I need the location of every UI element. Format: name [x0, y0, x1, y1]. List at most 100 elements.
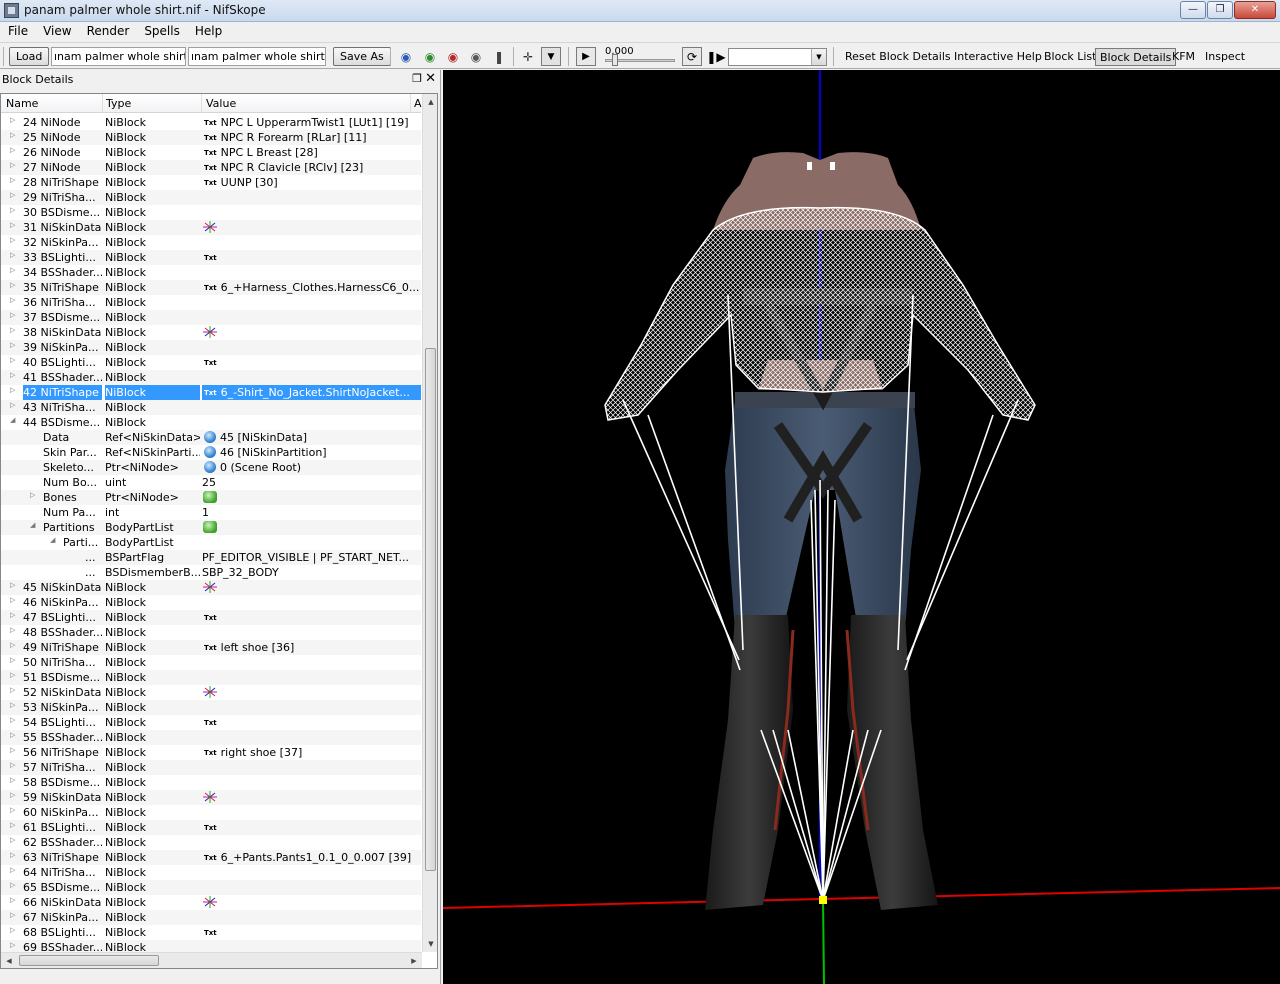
horizontal-scrollbar[interactable]: ◀ ▶ [1, 952, 422, 968]
expand-arrow-icon[interactable]: ▷ [10, 191, 20, 199]
tree-row[interactable]: ▷ 40 BSLighti... NiBlock Txt [1, 355, 421, 370]
expand-arrow-icon[interactable]: ▷ [10, 836, 20, 844]
scroll-up-icon[interactable]: ▲ [423, 94, 437, 110]
expand-arrow-icon[interactable]: ▷ [10, 746, 20, 754]
tree-row[interactable]: Num Pa... int 1 [1, 505, 421, 520]
animation-select[interactable]: ▼ [728, 48, 827, 66]
column-divider[interactable] [410, 94, 411, 113]
expand-arrow-icon[interactable]: ▷ [10, 581, 20, 589]
tree-row[interactable]: Data Ref<NiSkinData> 45 [NiSkinData] [1, 430, 421, 445]
expand-arrow-icon[interactable]: ▷ [10, 866, 20, 874]
tree-row[interactable]: ▷ 46 NiSkinPa... NiBlock [1, 595, 421, 610]
expand-arrow-icon[interactable]: ▷ [10, 761, 20, 769]
collapse-arrow-icon[interactable]: ◢ [10, 416, 20, 424]
tree-row[interactable]: ▷ 61 BSLighti... NiBlock Txt [1, 820, 421, 835]
column-divider[interactable] [201, 94, 202, 113]
expand-arrow-icon[interactable]: ▷ [10, 821, 20, 829]
expand-arrow-icon[interactable]: ▷ [10, 296, 20, 304]
play-icon[interactable]: ▶ [576, 47, 596, 66]
scroll-right-icon[interactable]: ▶ [406, 953, 422, 968]
tree-row[interactable]: ▷ 27 NiNode NiBlock Txt NPC R Clavicle [RClv… [1, 160, 421, 175]
expand-arrow-icon[interactable]: ▷ [10, 626, 20, 634]
restore-button[interactable]: ❐ [1207, 1, 1233, 19]
expand-arrow-icon[interactable]: ▷ [10, 116, 20, 124]
tree-row[interactable]: ▷ 56 NiTriShape NiBlock Txt right shoe [37] [1, 745, 421, 760]
tree-row[interactable]: ▷ 50 NiTriSha... NiBlock [1, 655, 421, 670]
column-header-type[interactable]: Type [106, 97, 131, 110]
switch-anim-icon[interactable]: ❚▶ [706, 47, 726, 66]
eye-green-icon[interactable]: ◉ [420, 47, 440, 66]
close-button[interactable]: ✕ [1234, 1, 1276, 19]
tree-row[interactable]: ▷ 59 NiSkinData NiBlock [1, 790, 421, 805]
view-dropdown-icon[interactable]: ▼ [541, 47, 561, 66]
3d-viewport[interactable] [443, 70, 1280, 984]
block-tree[interactable]: Name Type Value A ▷ 24 NiNode NiBlock Txt NP… [0, 93, 438, 969]
expand-arrow-icon[interactable]: ▷ [10, 611, 20, 619]
tree-row[interactable]: ▷ 28 NiTriShape NiBlock Txt UUNP [30] [1, 175, 421, 190]
scrollbar-thumb[interactable] [19, 955, 159, 966]
menu-view[interactable]: View [35, 22, 78, 42]
tree-row[interactable]: ▷ 32 NiSkinPa... NiBlock [1, 235, 421, 250]
expand-arrow-icon[interactable]: ▷ [10, 176, 20, 184]
tree-row[interactable]: ▷ 58 BSDisme... NiBlock [1, 775, 421, 790]
tree-row[interactable]: ▷ 49 NiTriShape NiBlock Txt left shoe [36] [1, 640, 421, 655]
expand-arrow-icon[interactable]: ▷ [10, 701, 20, 709]
array-edit-icon[interactable] [203, 521, 217, 533]
block-details-button[interactable]: Block Details [1095, 48, 1177, 66]
load-path-field[interactable]: ınam palmer whole shirt.nif [51, 47, 186, 66]
collapse-arrow-icon[interactable]: ◢ [30, 521, 40, 529]
tree-row[interactable]: ▷ 24 NiNode NiBlock Txt NPC L UpperarmTwist1… [1, 115, 421, 130]
block-list-button[interactable]: Block List [1040, 48, 1100, 66]
tree-row[interactable]: ... BSPartFlag PF_EDITOR_VISIBLE | PF_STAR… [1, 550, 421, 565]
tree-row[interactable]: ▷ 66 NiSkinData NiBlock [1, 895, 421, 910]
tree-row[interactable]: ▷ 64 NiTriSha... NiBlock [1, 865, 421, 880]
tree-row[interactable]: ▷ 42 NiTriShape NiBlock Txt 6_-Shirt_No_Jack… [1, 385, 421, 400]
tree-row[interactable]: ▷ 57 NiTriSha... NiBlock [1, 760, 421, 775]
tree-row[interactable]: ▷ 37 BSDisme... NiBlock [1, 310, 421, 325]
tree-row[interactable]: ▷ 38 NiSkinData NiBlock [1, 325, 421, 340]
tree-row[interactable]: ▷ 55 BSShader... NiBlock [1, 730, 421, 745]
expand-arrow-icon[interactable]: ▷ [10, 266, 20, 274]
time-slider-thumb[interactable] [612, 54, 618, 66]
expand-arrow-icon[interactable]: ▷ [10, 251, 20, 259]
expand-arrow-icon[interactable]: ▷ [10, 851, 20, 859]
tree-row[interactable]: ◢ 44 BSDisme... NiBlock [1, 415, 421, 430]
expand-arrow-icon[interactable]: ▷ [10, 686, 20, 694]
tree-row[interactable]: ▷ 63 NiTriShape NiBlock Txt 6_+Pants.Pants1_… [1, 850, 421, 865]
interactive-help-button[interactable]: Interactive Help [950, 48, 1046, 66]
expand-arrow-icon[interactable]: ▷ [10, 311, 20, 319]
expand-arrow-icon[interactable]: ▷ [10, 656, 20, 664]
view-axes-icon[interactable]: ✛ [518, 47, 538, 66]
collapse-arrow-icon[interactable]: ◢ [50, 536, 60, 544]
tree-row[interactable]: ... BSDismemberB... SBP_32_BODY [1, 565, 421, 580]
tree-row[interactable]: ▷ 43 NiTriSha... NiBlock [1, 400, 421, 415]
expand-arrow-icon[interactable]: ▷ [10, 641, 20, 649]
expand-arrow-icon[interactable]: ▷ [10, 161, 20, 169]
expand-arrow-icon[interactable]: ▷ [10, 356, 20, 364]
block-link-icon[interactable] [204, 461, 216, 473]
tree-row[interactable]: ▷ 29 NiTriSha... NiBlock [1, 190, 421, 205]
tree-row[interactable]: ▷ 54 BSLighti... NiBlock Txt [1, 715, 421, 730]
column-header-name[interactable]: Name [6, 97, 38, 110]
expand-arrow-icon[interactable]: ▷ [10, 371, 20, 379]
expand-arrow-icon[interactable]: ▷ [10, 206, 20, 214]
minimize-button[interactable]: — [1180, 1, 1206, 19]
expand-arrow-icon[interactable]: ▷ [10, 386, 20, 394]
save-path-field[interactable]: ınam palmer whole shirt.nif [188, 47, 326, 66]
tree-row[interactable]: ▷ 60 NiSkinPa... NiBlock [1, 805, 421, 820]
load-button[interactable]: Load [9, 47, 50, 66]
expand-arrow-icon[interactable]: ▷ [10, 221, 20, 229]
expand-arrow-icon[interactable]: ▷ [10, 146, 20, 154]
tree-row[interactable]: ▷ 53 NiSkinPa... NiBlock [1, 700, 421, 715]
close-panel-icon[interactable]: ✕ [425, 71, 436, 86]
expand-arrow-icon[interactable]: ▷ [10, 326, 20, 334]
menu-help[interactable]: Help [187, 22, 229, 42]
menu-render[interactable]: Render [79, 22, 137, 42]
column-header-value[interactable]: Value [206, 97, 236, 110]
footprints-icon[interactable]: ❚ [489, 47, 509, 66]
expand-arrow-icon[interactable]: ▷ [10, 806, 20, 814]
array-edit-icon[interactable] [203, 491, 217, 503]
loop-icon[interactable]: ⟳ [682, 47, 702, 66]
expand-arrow-icon[interactable]: ▷ [30, 491, 40, 499]
scrollbar-thumb[interactable] [425, 348, 436, 871]
